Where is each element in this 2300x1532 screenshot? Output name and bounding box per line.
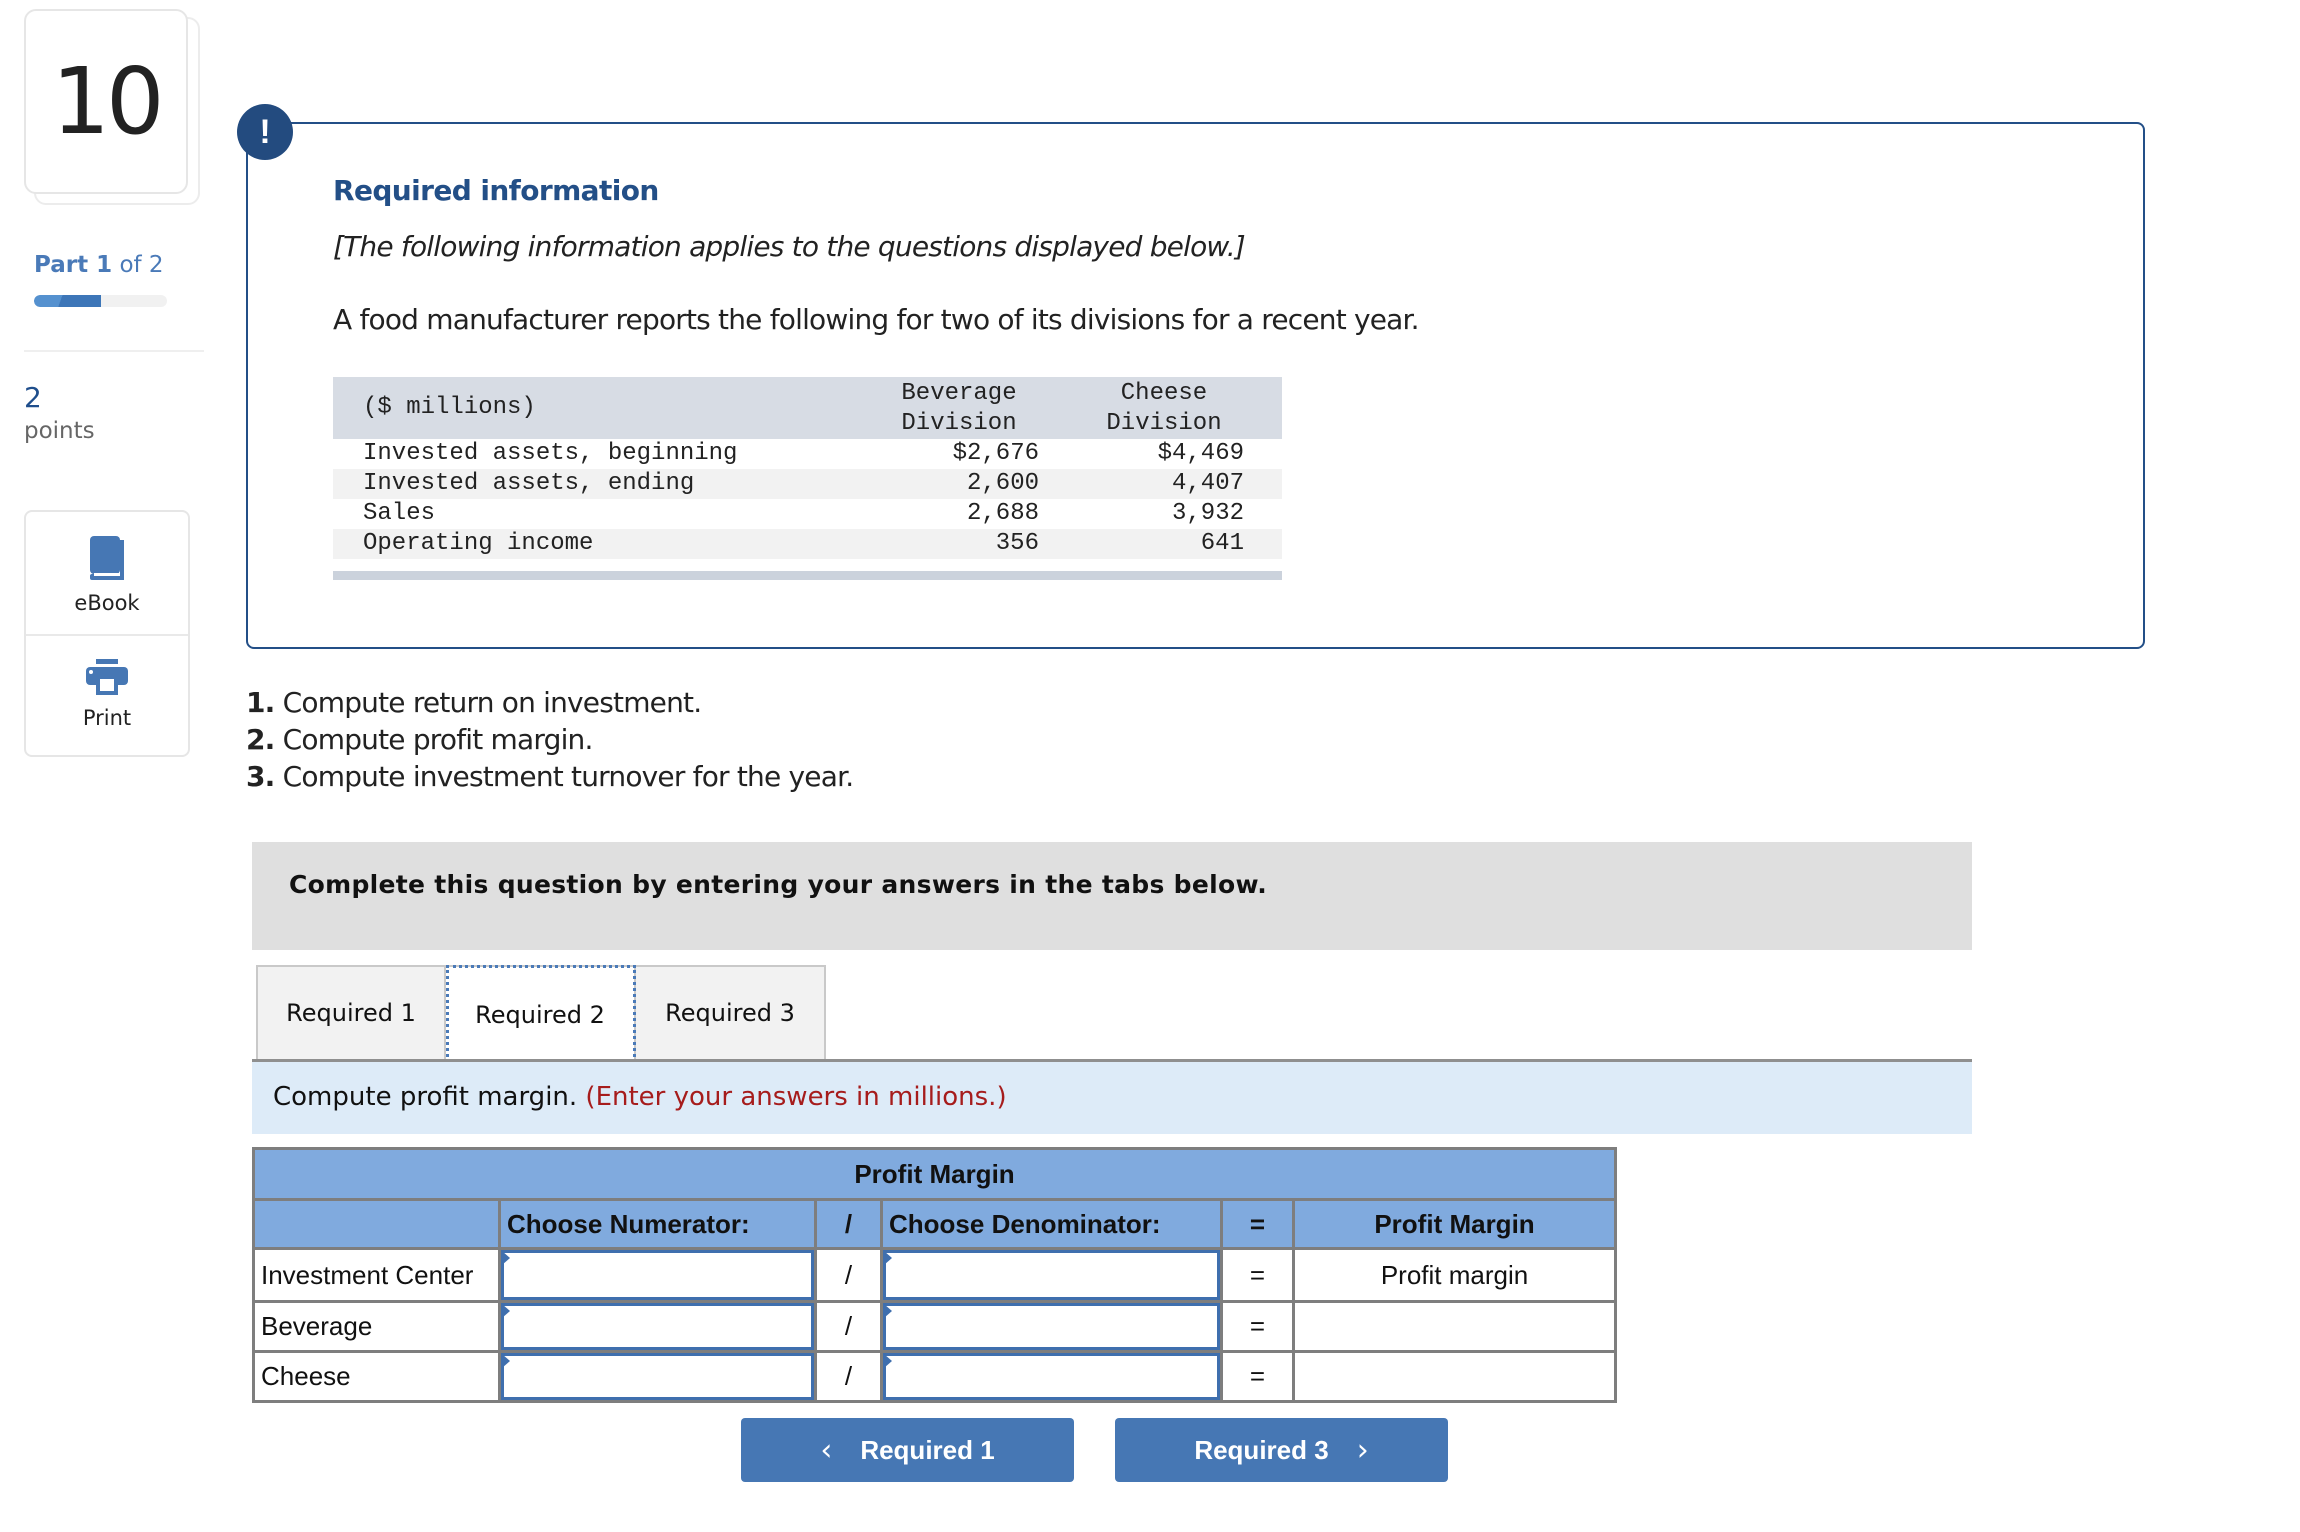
answer-tabs: Required 1 Required 2 Required 3 [256, 965, 826, 1062]
part-progress-fill [34, 295, 101, 307]
row-label: Cheese [252, 1350, 501, 1403]
result-value [1291, 1350, 1618, 1403]
denominator-input[interactable] [883, 1250, 1220, 1300]
numerator-input[interactable] [501, 1303, 814, 1350]
table-footer-bar [333, 571, 1282, 580]
division-data-table: ($ millions) Beverage Division Cheese Divi… [333, 377, 1282, 580]
divide-sign: / [814, 1247, 883, 1303]
result-label: Profit margin [1291, 1247, 1618, 1303]
instruction-note: (Enter your answers in millions.) [585, 1082, 1007, 1112]
tools-panel: eBook Print [24, 510, 190, 757]
column-header-cheese: Cheese Division [1106, 380, 1222, 437]
row-label: Invested assets, ending [363, 470, 695, 497]
part-indicator: Part 1 of 2 [34, 252, 164, 278]
answer-row-cheese: Cheese / = [252, 1350, 1618, 1403]
header-numerator: Choose Numerator: [498, 1198, 817, 1250]
beverage-value: 2,688 [966, 500, 1039, 527]
divide-sign: / [814, 1300, 883, 1353]
equals-sign: = [1220, 1350, 1295, 1403]
question-item: 2. Compute profit margin. [246, 723, 593, 756]
unit-label: ($ millions) [363, 394, 536, 421]
cheese-value: 3,932 [1171, 500, 1244, 527]
numerator-dropdown[interactable] [498, 1350, 817, 1403]
part-progress-bar [34, 295, 167, 307]
denominator-dropdown[interactable] [880, 1247, 1223, 1303]
denominator-input[interactable] [883, 1303, 1220, 1350]
answer-row-beverage: Beverage / = [252, 1300, 1618, 1353]
row-label: Sales [363, 500, 436, 527]
part-prefix: Part [34, 252, 89, 278]
beverage-value: 356 [995, 530, 1039, 557]
complete-banner: Complete this question by entering your … [252, 842, 1972, 950]
print-label: Print [82, 706, 132, 730]
header-denominator: Choose Denominator: [880, 1198, 1223, 1250]
printer-icon [86, 659, 128, 700]
numerator-input[interactable] [501, 1250, 814, 1300]
row-label: Beverage [252, 1300, 501, 1353]
data-table-header: ($ millions) Beverage Division Cheese Divi… [333, 377, 1282, 439]
row-label: Invested assets, beginning [363, 440, 738, 467]
divide-sign: / [814, 1350, 883, 1403]
book-icon [88, 536, 126, 585]
print-button[interactable]: Print [26, 635, 188, 757]
row-label: Operating income [363, 530, 594, 557]
part-current: 1 [96, 252, 113, 278]
table-row: Sales 2,688 3,932 [333, 499, 1282, 529]
header-equals: = [1220, 1198, 1295, 1250]
alert-icon: ! [237, 104, 293, 160]
denominator-dropdown[interactable] [880, 1350, 1223, 1403]
row-label: Investment Center [252, 1247, 501, 1303]
cheese-value: 4,407 [1171, 470, 1244, 497]
previous-button-label: Required 1 [860, 1434, 995, 1465]
complete-banner-text: Complete this question by entering your … [289, 870, 1268, 899]
ebook-label: eBook [74, 591, 140, 615]
info-note: [The following information applies to th… [333, 230, 1246, 263]
cheese-value: 641 [1200, 530, 1244, 557]
header-divide: / [814, 1198, 883, 1250]
info-intro: A food manufacturer reports the followin… [333, 303, 1420, 336]
sidebar-divider [24, 350, 204, 352]
chevron-left-icon: ‹ [820, 1432, 833, 1468]
header-center [252, 1198, 501, 1250]
beverage-value: 2,600 [966, 470, 1039, 497]
ebook-button[interactable]: eBook [26, 512, 188, 636]
chevron-right-icon: › [1356, 1432, 1369, 1468]
tab-required-3[interactable]: Required 3 [636, 965, 826, 1059]
cheese-value: $4,469 [1157, 440, 1244, 467]
table-row: Invested assets, ending 2,600 4,407 [333, 469, 1282, 499]
tab-required-2[interactable]: Required 2 [446, 965, 636, 1062]
answer-row-investment-center: Investment Center / = Profit margin [252, 1247, 1618, 1303]
denominator-input[interactable] [883, 1353, 1220, 1400]
equals-sign: = [1220, 1300, 1295, 1353]
header-result: Profit Margin [1291, 1198, 1618, 1250]
numerator-dropdown[interactable] [498, 1247, 817, 1303]
required-information-title: Required information [333, 174, 659, 207]
question-item: 1. Compute return on investment. [246, 686, 702, 719]
question-list: 1. Compute return on investment. 2. Comp… [246, 684, 854, 795]
next-required-button[interactable]: Required 3 › [1115, 1418, 1448, 1482]
numerator-input[interactable] [501, 1353, 814, 1400]
part-suffix: of 2 [119, 252, 164, 278]
next-button-label: Required 3 [1194, 1434, 1329, 1465]
numerator-dropdown[interactable] [498, 1300, 817, 1353]
instruction-text: Compute profit margin. (Enter your answe… [273, 1082, 1007, 1112]
tab-required-1[interactable]: Required 1 [256, 965, 446, 1059]
profit-margin-table: Profit Margin Choose Numerator: / Choose… [251, 1147, 1618, 1403]
table-row: Operating income 356 641 [333, 529, 1282, 559]
beverage-value: $2,676 [952, 440, 1039, 467]
points-label: points [24, 418, 95, 444]
table-row: Invested assets, beginning $2,676 $4,469 [333, 439, 1282, 469]
table-spacer [333, 559, 1282, 571]
points-value: 2 [24, 381, 42, 414]
instruction-band: Compute profit margin. (Enter your answe… [252, 1062, 1972, 1134]
result-value [1291, 1300, 1618, 1353]
column-header-beverage: Beverage Division [901, 380, 1017, 437]
question-item: 3. Compute investment turnover for the y… [246, 760, 854, 793]
previous-required-button[interactable]: ‹ Required 1 [741, 1418, 1074, 1482]
equals-sign: = [1220, 1247, 1295, 1303]
question-number: 10 [24, 9, 188, 194]
denominator-dropdown[interactable] [880, 1300, 1223, 1353]
profit-margin-title: Profit Margin [251, 1147, 1618, 1201]
